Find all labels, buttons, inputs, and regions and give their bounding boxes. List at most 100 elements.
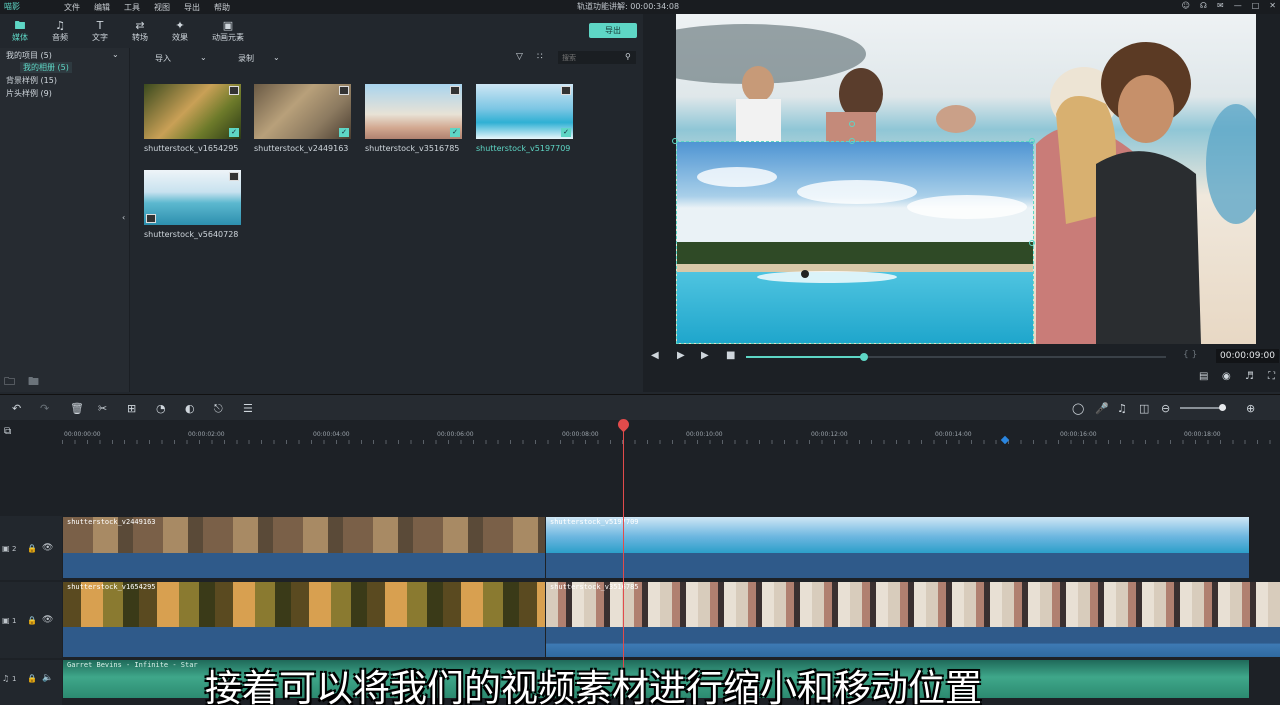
media-label: shutterstock_v5640728 xyxy=(144,230,239,239)
ruler-tick-label: 00:00:12:00 xyxy=(811,431,848,438)
cart-icon[interactable]: ☊ xyxy=(1200,1,1207,10)
zoom-in-icon[interactable]: ⊕ xyxy=(1246,402,1255,415)
chevron-down-icon[interactable]: ⌄ xyxy=(112,50,119,59)
display-icon[interactable]: ▤ xyxy=(1199,371,1208,382)
menu-file[interactable]: 文件 xyxy=(64,2,80,13)
search-icon[interactable]: ⚲ xyxy=(625,52,631,61)
tab-audio[interactable]: ♫ 音频 xyxy=(40,14,80,48)
eye-icon[interactable]: 👁 xyxy=(42,615,53,625)
microphone-icon[interactable]: 🎤 xyxy=(1095,402,1109,415)
filter-icon[interactable]: ▽ xyxy=(516,52,523,62)
minimize-icon[interactable]: — xyxy=(1234,1,1242,10)
chevron-down-icon[interactable]: ⌄ xyxy=(273,53,280,62)
user-icon[interactable]: ☺ xyxy=(1182,1,1190,10)
video-clip[interactable]: shutterstock_v2449163 xyxy=(63,517,545,553)
sidebar-item-my-projects[interactable]: 我的项目 (5) xyxy=(6,50,52,61)
export-button[interactable]: 导出 xyxy=(589,23,637,38)
preview-timecode: 00:00:09:00 xyxy=(1216,349,1279,363)
camera-icon[interactable]: ◉ xyxy=(1222,371,1231,382)
video-clip[interactable]: shutterstock_v1654295 xyxy=(63,582,545,627)
timeline-ruler[interactable]: 00:00:00:00 00:00:02:00 00:00:04:00 00:0… xyxy=(62,420,1280,445)
progress-track[interactable] xyxy=(746,356,1166,358)
adjust-icon[interactable]: ☰ xyxy=(243,402,253,415)
lock-icon[interactable]: 🔒 xyxy=(27,674,37,683)
track-number: 2 xyxy=(12,545,17,553)
tab-effects[interactable]: ✦ 效果 xyxy=(160,14,200,48)
volume-icon[interactable]: ♬ xyxy=(1245,371,1254,382)
undo-icon[interactable]: ↶ xyxy=(12,402,21,415)
mail-icon[interactable]: ✉ xyxy=(1217,1,1224,10)
step-play-icon[interactable]: ▶ xyxy=(677,350,685,361)
sidebar-item-backgrounds[interactable]: 背景样例 (15) xyxy=(6,75,57,86)
tab-transition[interactable]: ⇄ 转场 xyxy=(120,14,160,48)
close-icon[interactable]: ✕ xyxy=(1269,1,1276,10)
menu-view[interactable]: 视图 xyxy=(154,2,170,13)
transition-icon: ⇄ xyxy=(135,18,145,32)
lock-icon[interactable]: 🔒 xyxy=(27,616,37,625)
add-track-icon[interactable]: ⧉ xyxy=(4,426,11,437)
video-clip[interactable]: shutterstock_v3516785 xyxy=(546,582,1280,627)
tab-text[interactable]: T 文字 xyxy=(80,14,120,48)
mark-in-out-icon[interactable]: { } xyxy=(1183,350,1197,360)
audio-waveform[interactable] xyxy=(546,627,1280,657)
music-icon: ♫ xyxy=(2,674,10,683)
clip-body[interactable] xyxy=(63,627,545,657)
progress-knob[interactable] xyxy=(859,353,868,361)
cut-icon[interactable]: ✂ xyxy=(98,402,107,415)
color-icon[interactable]: ◐ xyxy=(185,402,195,415)
lock-icon[interactable]: 🔒 xyxy=(27,544,37,553)
delete-icon[interactable]: 🗑 xyxy=(70,402,84,415)
image-icon: ▣ xyxy=(222,18,234,32)
media-thumb[interactable] xyxy=(144,170,241,225)
clip-body[interactable] xyxy=(546,553,1249,578)
pip-video-overlay[interactable] xyxy=(676,141,1034,344)
folder-icon[interactable]: 🖿 xyxy=(28,373,39,392)
eye-icon[interactable]: 👁 xyxy=(42,543,53,553)
media-thumb[interactable]: ✓ xyxy=(365,84,462,139)
rotate-handle[interactable] xyxy=(849,121,855,127)
grid-view-icon[interactable]: ∷ xyxy=(537,52,543,62)
clip-label: shutterstock_v5197709 xyxy=(550,518,639,526)
ruler-tick-label: 00:00:02:00 xyxy=(188,431,225,438)
video-clip[interactable]: shutterstock_v5197709 xyxy=(546,517,1249,553)
fullscreen-icon[interactable]: ⛶ xyxy=(1268,371,1275,382)
media-thumb[interactable]: ✓ xyxy=(254,84,351,139)
menu-tools[interactable]: 工具 xyxy=(124,2,140,13)
menu-export[interactable]: 导出 xyxy=(184,2,200,13)
collapse-arrow-icon[interactable]: ‹ xyxy=(122,213,125,222)
media-thumb[interactable]: ✓ xyxy=(144,84,241,139)
maximize-icon[interactable]: □ xyxy=(1252,1,1260,10)
media-thumb[interactable]: ✓ xyxy=(476,84,573,139)
tab-elements[interactable]: ▣ 动画元素 xyxy=(200,14,256,48)
redo-icon[interactable]: ↷ xyxy=(40,402,49,415)
media-label: shutterstock_v2449163 xyxy=(254,144,349,153)
stop-icon[interactable]: ■ xyxy=(726,350,735,361)
menu-help[interactable]: 帮助 xyxy=(214,2,230,13)
new-folder-icon[interactable]: 🗀 xyxy=(4,373,15,392)
play-icon[interactable]: ▶ xyxy=(701,350,709,361)
import-button[interactable]: 导入 xyxy=(155,53,171,64)
marker-icon[interactable]: ◯ xyxy=(1072,402,1084,415)
resize-handle[interactable] xyxy=(1029,138,1035,144)
voiceover-icon[interactable]: ♫ xyxy=(1117,402,1127,415)
resize-handle[interactable] xyxy=(1029,240,1035,246)
resize-handle[interactable] xyxy=(849,138,855,144)
track-header-audio1: ♫ 1 🔒 🔈 xyxy=(0,660,62,705)
window-title: 轨道功能讲解: 00:00:34:08 xyxy=(577,2,680,11)
menu-edit[interactable]: 编辑 xyxy=(94,2,110,13)
speed-icon[interactable]: ◔ xyxy=(156,402,166,415)
record-button[interactable]: 录制 xyxy=(238,53,254,64)
resize-handle[interactable] xyxy=(672,138,678,144)
tab-media[interactable]: 🖿 媒体 xyxy=(0,14,40,48)
zoom-out-icon[interactable]: ⊖ xyxy=(1161,402,1170,415)
volume-icon[interactable]: 🔈 xyxy=(42,673,53,683)
sidebar-item-my-album[interactable]: 我的相册 (5) xyxy=(20,62,72,73)
crop-icon[interactable]: ⊞ xyxy=(127,402,136,415)
sidebar-item-intros[interactable]: 片头样例 (9) xyxy=(6,88,52,99)
split-screen-icon[interactable]: ◫ xyxy=(1139,402,1149,415)
prev-frame-icon[interactable]: ◀ xyxy=(651,350,659,361)
clip-body[interactable] xyxy=(63,553,545,578)
zoom-slider-knob[interactable] xyxy=(1219,404,1226,411)
green-screen-icon[interactable]: ⎋ xyxy=(214,402,223,416)
chevron-down-icon[interactable]: ⌄ xyxy=(200,53,207,62)
